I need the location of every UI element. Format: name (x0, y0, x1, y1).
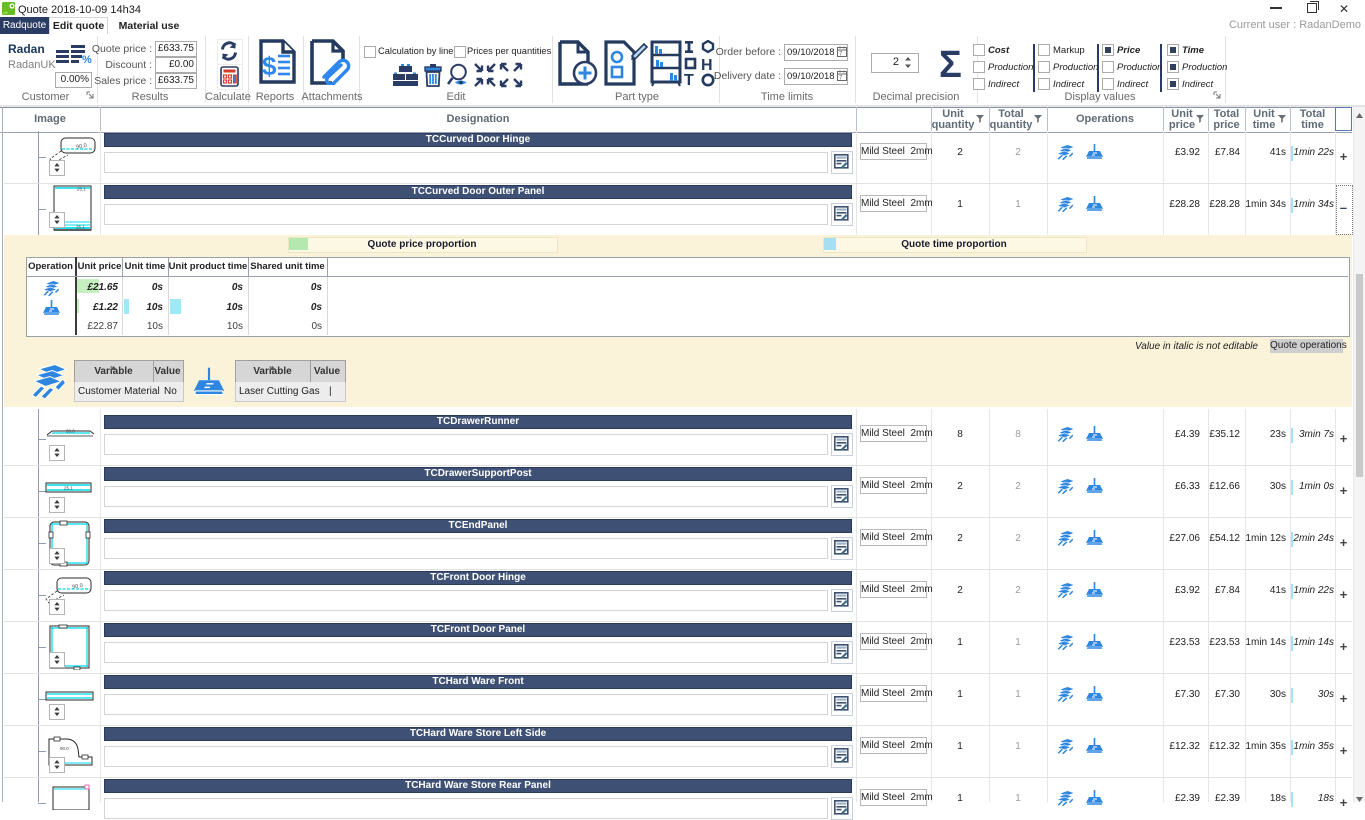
svg-text:90.0: 90.0 (66, 429, 75, 434)
svg-text:$: $ (262, 51, 277, 81)
svg-text:25.1: 25.1 (77, 187, 86, 192)
svg-text:T: T (684, 72, 694, 87)
svg-text:25.1: 25.1 (76, 225, 85, 230)
svg-text:90.0: 90.0 (60, 746, 69, 751)
svg-text:25.1: 25.1 (64, 486, 73, 491)
